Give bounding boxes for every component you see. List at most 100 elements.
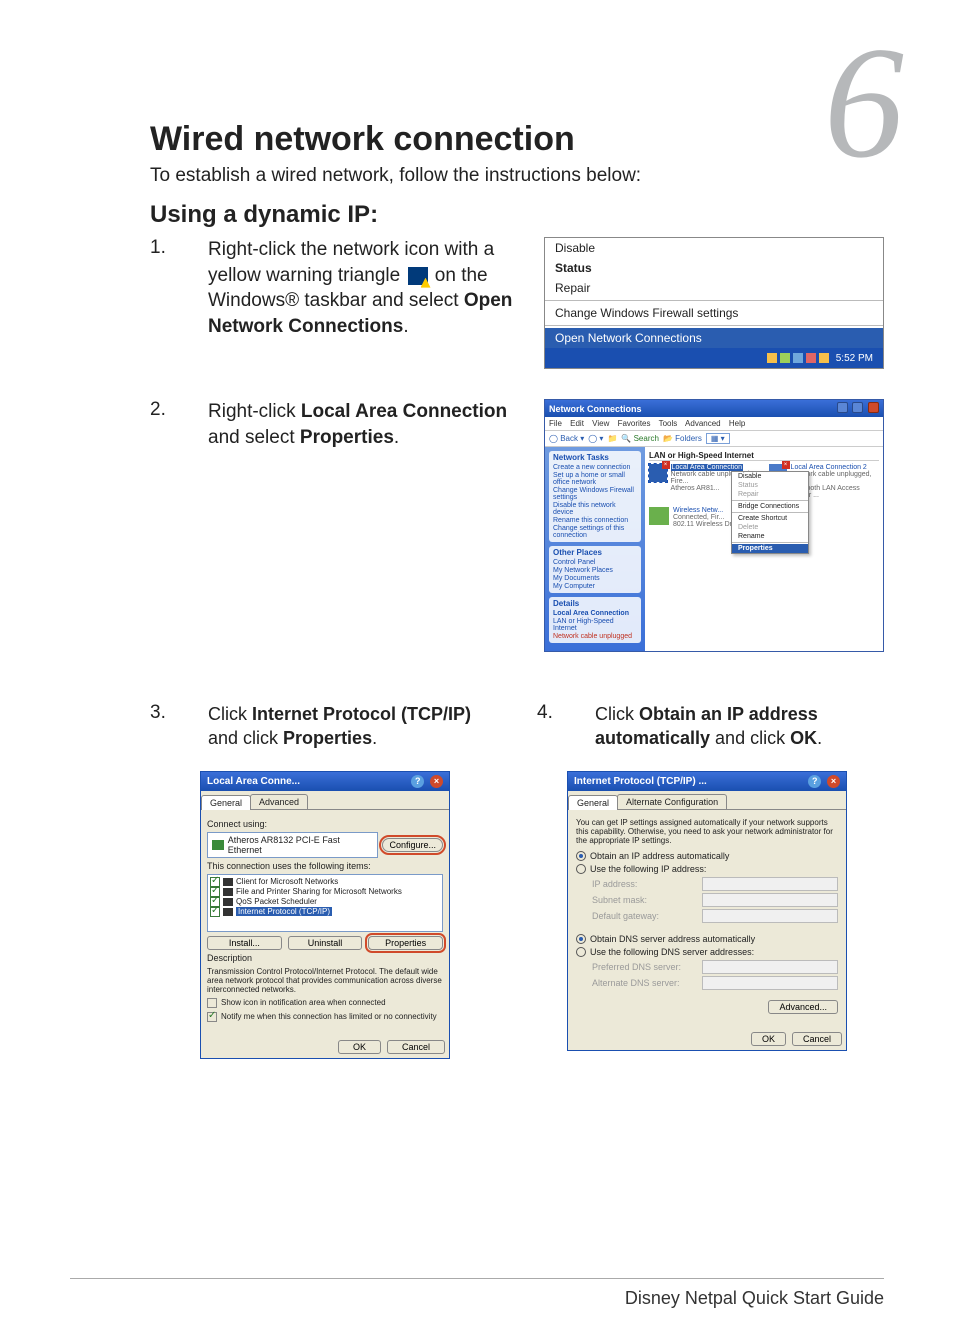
step-number: 2. [150,399,190,421]
configure-button[interactable]: Configure... [382,838,443,852]
dialog-titlebar: Internet Protocol (TCP/IP) ... ? × [568,772,846,791]
step-text: Right-click Local Area Connection and se… [208,399,526,450]
step-text: Right-click the network icon with a yell… [208,237,526,340]
minimize-icon[interactable] [837,402,848,413]
properties-button[interactable]: Properties [368,936,443,950]
close-icon[interactable]: × [430,775,443,788]
checkbox[interactable] [207,998,217,1008]
explain-text: You can get IP settings assigned automat… [576,818,838,845]
ctx-item-repair[interactable]: Repair [545,278,883,298]
sidebar: Network Tasks Create a new connection Se… [545,447,645,651]
back-button[interactable]: ◯ Back ▾ [549,434,584,443]
maximize-icon[interactable] [852,402,863,413]
sidebar-item[interactable]: Control Panel [553,559,637,566]
folders-button[interactable]: 📂 Folders [663,434,702,443]
lac-properties-screenshot: Local Area Conne... ? × General Advanced… [200,771,497,1059]
cancel-button[interactable]: Cancel [792,1032,842,1046]
advanced-button[interactable]: Advanced... [768,1000,838,1014]
sidebar-item[interactable]: My Documents [553,575,637,582]
dialog-titlebar: Local Area Conne... ? × [201,772,449,791]
sidebar-heading: Network Tasks [553,453,637,462]
ip-field [702,877,838,891]
component-icon [223,878,233,886]
component-icon [223,888,233,896]
tab-alternate[interactable]: Alternate Configuration [617,794,727,809]
tab-general[interactable]: General [568,795,618,810]
ip-label: IP address: [592,879,702,889]
ctx-item-delete: Delete [732,523,808,532]
section-heading: Using a dynamic IP: [150,201,884,229]
view-dropdown[interactable]: ▦ ▾ [706,433,730,444]
sidebar-item[interactable]: Rename this connection [553,517,637,524]
footer-divider [70,1278,884,1279]
ok-button[interactable]: OK [338,1040,381,1054]
help-icon[interactable]: ? [411,775,424,788]
uninstall-button[interactable]: Uninstall [288,936,363,950]
nic-icon [212,840,224,850]
chapter-number: 6 [824,10,904,195]
sidebar-item[interactable]: Disable this network device [553,502,637,516]
ctx-item-rename[interactable]: Rename [732,532,808,541]
ctx-item-firewall[interactable]: Change Windows Firewall settings [545,303,883,323]
page-title: Wired network connection [150,120,884,159]
radio-use-dns[interactable] [576,947,586,957]
sidebar-item[interactable]: My Network Places [553,567,637,574]
sidebar-detail: LAN or High-Speed Internet [553,618,637,632]
radio-use-ip[interactable] [576,864,586,874]
search-button[interactable]: 🔍 Search [621,434,659,443]
radio-auto-dns[interactable] [576,934,586,944]
subnet-field [702,893,838,907]
network-icon: × [649,464,667,482]
pref-dns-field [702,960,838,974]
checkbox-icon[interactable] [210,907,220,917]
label: Connect using: [207,819,443,829]
ctx-item-status: Status [732,481,808,490]
ok-button[interactable]: OK [751,1032,786,1046]
alt-dns-field [702,976,838,990]
help-icon[interactable]: ? [808,775,821,788]
up-button[interactable]: 📁 [607,434,617,443]
ctx-item-status[interactable]: Status [545,258,883,278]
clock: 5:52 PM [832,353,877,364]
checkbox[interactable] [207,1012,217,1022]
ctx-item-shortcut[interactable]: Create Shortcut [732,514,808,523]
ctx-item-disable[interactable]: Disable [545,238,883,258]
step-text: Click Internet Protocol (TCP/IP) and cli… [208,702,497,751]
ctx-item-properties[interactable]: Properties [732,544,808,553]
tray-icon [767,353,777,363]
close-icon[interactable]: × [827,775,840,788]
close-icon[interactable] [868,402,879,413]
wireless-icon [649,507,669,525]
label: Description [207,953,443,963]
toolbar[interactable]: ◯ Back ▾ ◯ ▾ 📁 🔍 Search 📂 Folders ▦ ▾ [545,431,883,447]
sidebar-item[interactable]: Change Windows Firewall settings [553,487,637,501]
sidebar-item[interactable]: Change settings of this connection [553,525,637,539]
context-menu: Disable Status Repair Bridge Connections… [731,471,809,554]
tab-general[interactable]: General [201,795,251,810]
tab-advanced[interactable]: Advanced [250,794,308,809]
ctx-item-open-nc[interactable]: Open Network Connections [545,328,883,348]
component-icon [223,908,233,916]
step-number: 4. [537,702,577,724]
cancel-button[interactable]: Cancel [387,1040,445,1054]
footer-text: Disney Netpal Quick Start Guide [625,1288,884,1309]
forward-button[interactable]: ◯ ▾ [588,434,603,443]
sidebar-item[interactable]: My Computer [553,583,637,590]
install-button[interactable]: Install... [207,936,282,950]
menubar[interactable]: File Edit View Favorites Tools Advanced … [545,417,883,431]
network-warning-icon [408,267,428,285]
sidebar-item[interactable]: Set up a home or small office network [553,472,637,486]
ctx-item-bridge[interactable]: Bridge Connections [732,502,808,511]
category-heading: LAN or High-Speed Internet [649,451,879,461]
sidebar-item[interactable]: Create a new connection [553,464,637,471]
label: This connection uses the following items… [207,861,443,871]
ctx-item-disable[interactable]: Disable [732,472,808,481]
adapter-display: Atheros AR8132 PCI-E Fast Ethernet [207,832,378,858]
gateway-label: Default gateway: [592,911,702,921]
items-listbox[interactable]: Client for Microsoft Networks File and P… [207,874,443,932]
tray-icon [780,353,790,363]
step-number: 1. [150,237,190,259]
context-menu-screenshot: Disable Status Repair Change Windows Fir… [544,237,884,369]
radio-auto-ip[interactable] [576,851,586,861]
sidebar-heading: Other Places [553,548,637,557]
